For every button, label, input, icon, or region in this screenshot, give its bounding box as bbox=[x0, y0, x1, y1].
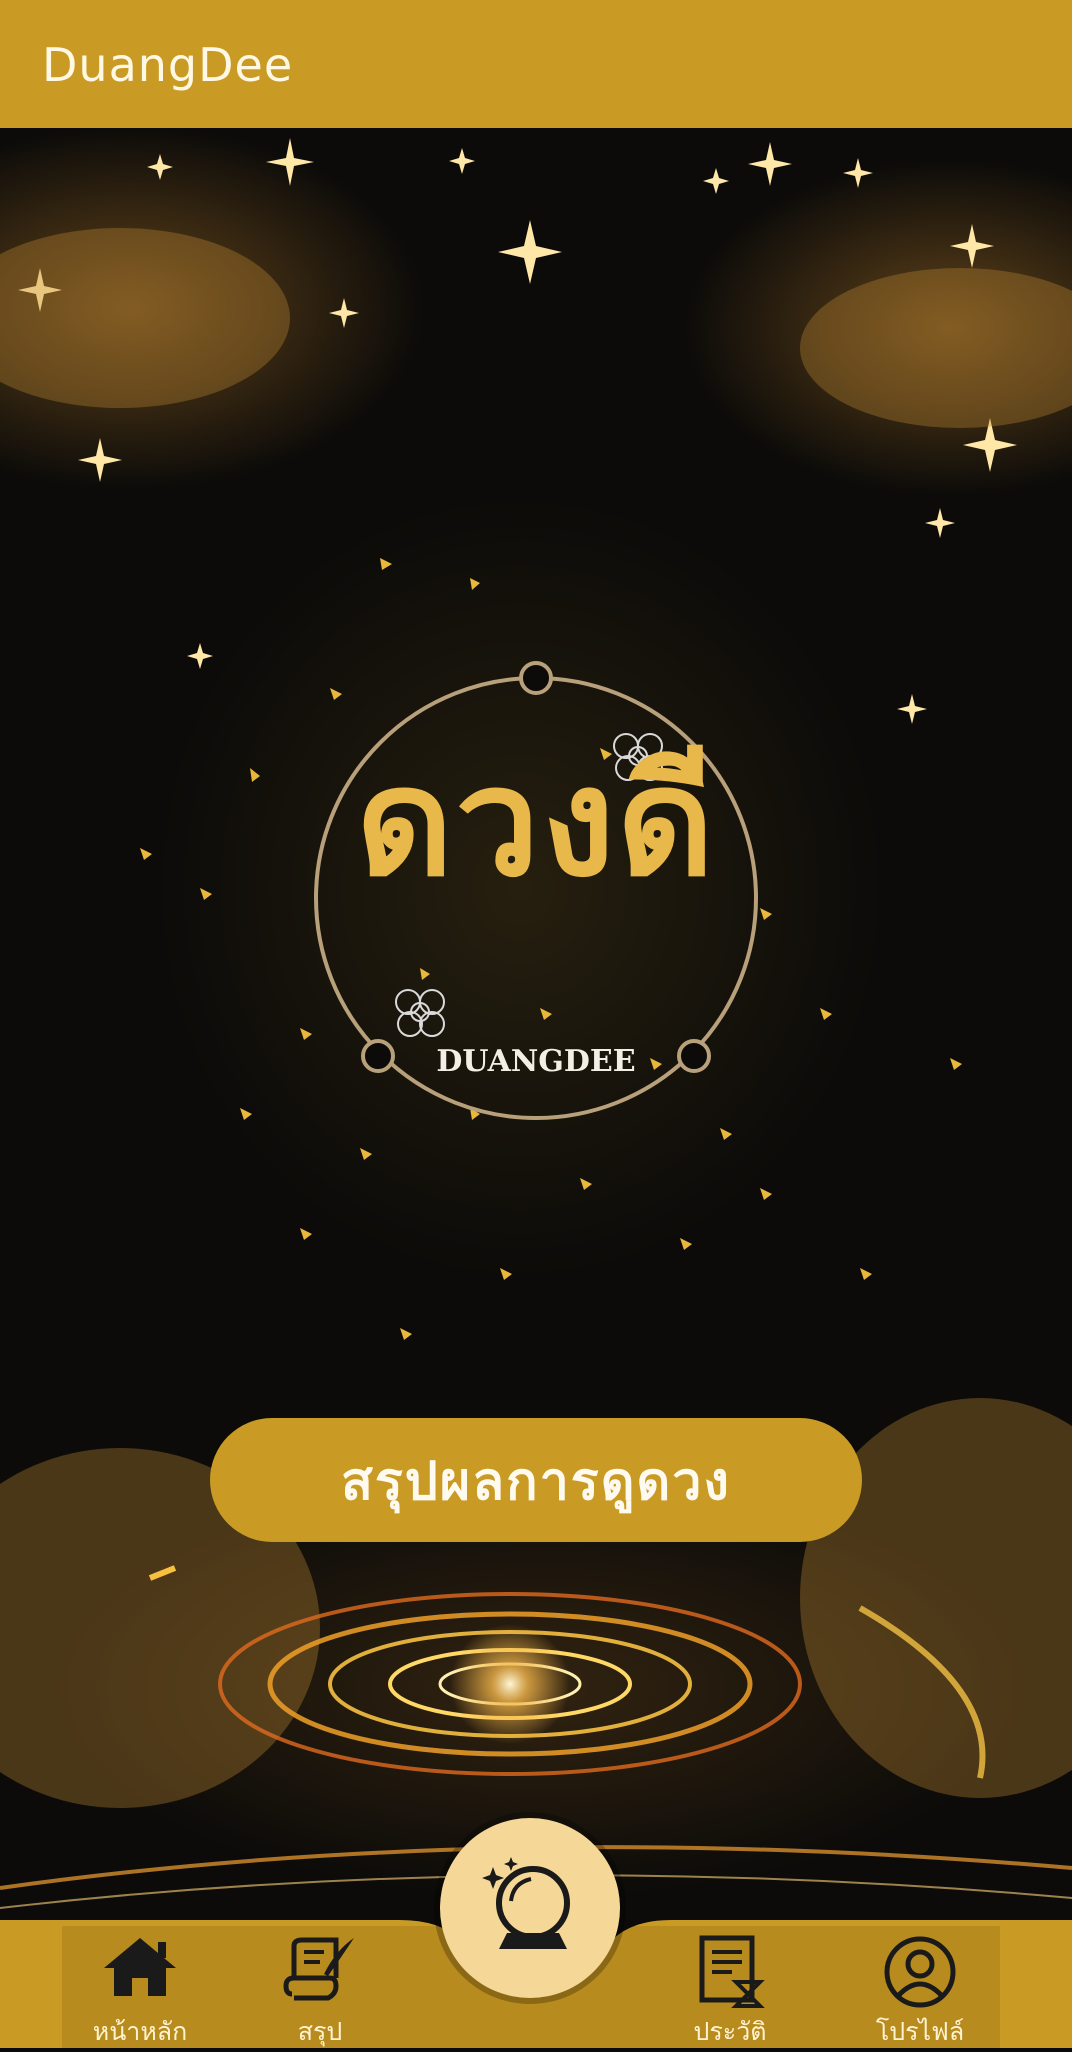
nav-item-profile[interactable]: โปรไฟล์ bbox=[830, 1920, 1010, 2048]
nav-label-home: หน้าหลัก bbox=[92, 2017, 188, 2046]
crystal-ball-icon bbox=[482, 1857, 570, 1949]
profile-icon bbox=[884, 1936, 956, 2008]
logo-latin-text: DUANGDEE bbox=[436, 1044, 636, 1079]
logo-thai-text: ดวงดี bbox=[355, 734, 717, 910]
nav-label-profile: โปรไฟล์ bbox=[875, 2017, 965, 2046]
history-document-icon bbox=[699, 1935, 765, 2008]
crystal-ball-button[interactable] bbox=[440, 1818, 620, 1998]
app-bar: DuangDee bbox=[0, 0, 1072, 128]
nav-label-history: ประวัติ bbox=[693, 2017, 767, 2046]
starfield-decoration bbox=[0, 138, 1072, 1909]
fortune-summary-button[interactable]: สรุปผลการดูดวง bbox=[210, 1418, 862, 1542]
scroll-quill-icon bbox=[283, 1937, 354, 2001]
home-icon bbox=[104, 1938, 176, 1996]
nav-item-summary[interactable]: สรุป bbox=[230, 1920, 410, 2048]
flower-icon bbox=[395, 989, 445, 1037]
nav-item-home[interactable]: หน้าหลัก bbox=[50, 1920, 230, 2048]
nav-label-summary: สรุป bbox=[297, 2017, 343, 2046]
app-title: DuangDee bbox=[42, 38, 294, 92]
hero-background: ดวงดี DUANGDEE bbox=[0, 128, 1072, 1920]
